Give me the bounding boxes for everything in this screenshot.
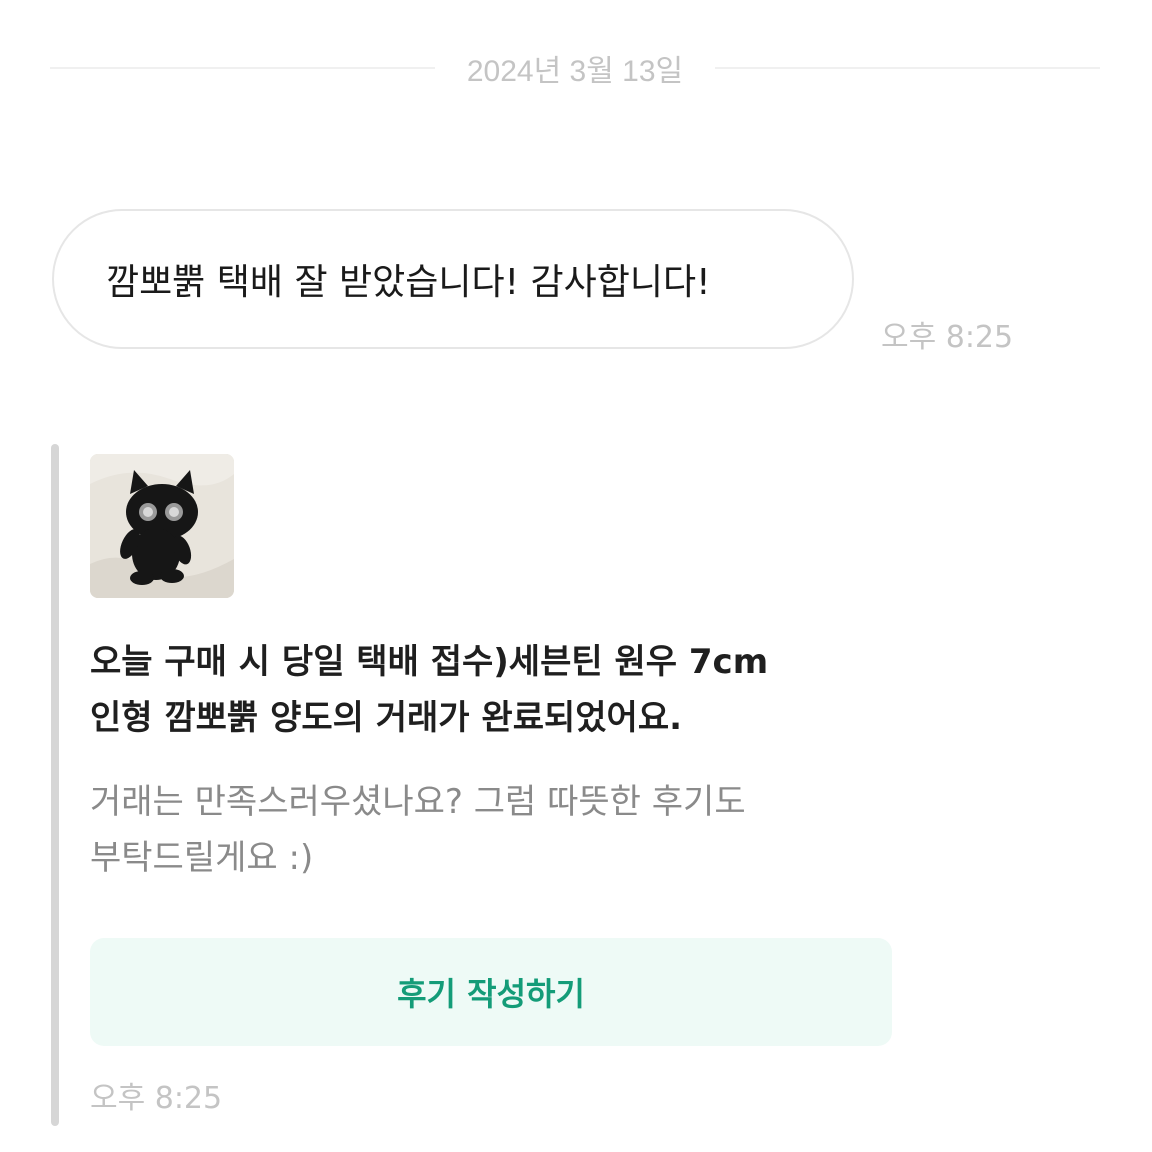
- review-prompt-text: 거래는 만족스러우셨나요? 그럼 따뜻한 후기도 부탁드릴게요 :): [90, 774, 880, 886]
- divider-line-right: [715, 67, 1101, 69]
- divider-line-left: [50, 67, 435, 69]
- trade-complete-title: 오늘 구매 시 당일 택배 접수)세븐틴 원우 7cm 인형 깜뽀뿕 양도의 거…: [90, 634, 880, 746]
- review-prompt-line-1: 거래는 만족스러우셨나요? 그럼 따뜻한 후기도: [90, 782, 746, 822]
- product-thumbnail[interactable]: [90, 454, 234, 598]
- message-text: 깜뽀뿕 택배 잘 받았습니다! 감사합니다!: [106, 262, 711, 303]
- incoming-message-bubble[interactable]: 깜뽀뿕 택배 잘 받았습니다! 감사합니다!: [52, 209, 854, 349]
- chat-screen: 2024년 3월 13일 깜뽀뿕 택배 잘 받았습니다! 감사합니다! 오후 8…: [0, 0, 1152, 1152]
- trade-title-line-2: 인형 깜뽀뿕 양도의 거래가 완료되었어요.: [90, 698, 683, 738]
- trade-title-line-1: 오늘 구매 시 당일 택배 접수)세븐틴 원우 7cm: [90, 642, 769, 682]
- card-timestamp: 오후 8:25: [90, 1081, 223, 1116]
- date-divider: 2024년 3월 13일: [50, 48, 1101, 88]
- black-cat-plush-icon: [90, 454, 234, 598]
- message-timestamp: 오후 8:25: [881, 320, 1014, 355]
- system-card-accent-bar: [51, 444, 59, 1126]
- write-review-button[interactable]: 후기 작성하기: [90, 938, 892, 1046]
- review-prompt-line-2: 부탁드릴게요 :): [90, 838, 314, 878]
- date-label: 2024년 3월 13일: [466, 55, 684, 88]
